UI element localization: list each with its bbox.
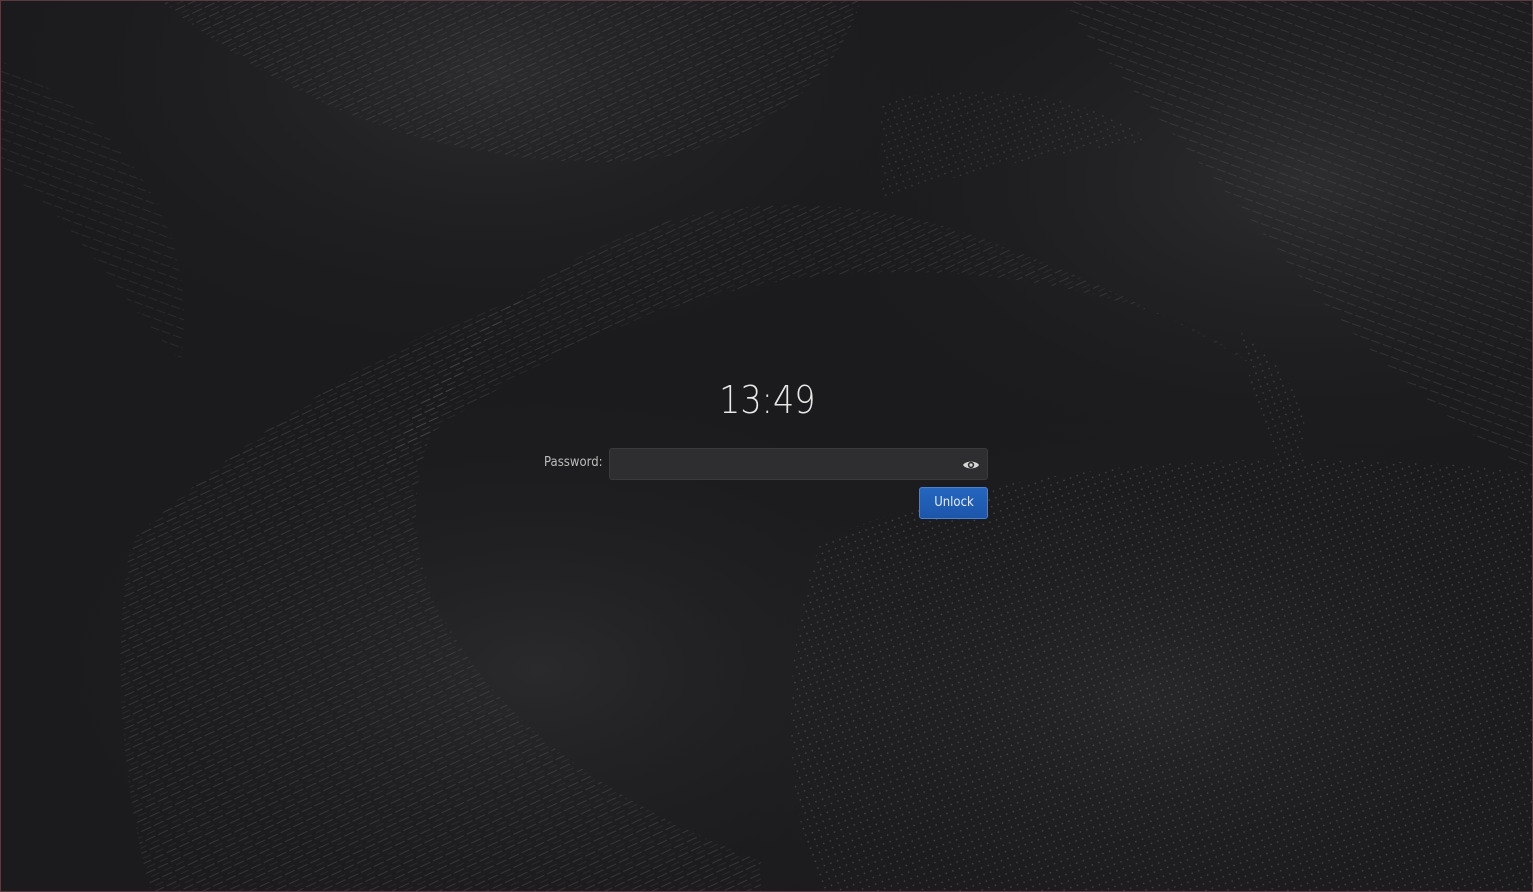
password-field[interactable]: [609, 448, 988, 480]
clock-time: 13:49: [719, 378, 816, 422]
lock-screen: 13:49 Password: Unlock: [0, 0, 1533, 892]
password-label: Password:: [544, 455, 603, 470]
password-input[interactable]: [616, 453, 950, 477]
wallpaper-background: [1, 1, 1532, 891]
unlock-button[interactable]: Unlock: [919, 487, 988, 519]
eye-icon[interactable]: [961, 455, 981, 475]
unlock-button-label: Unlock: [933, 495, 974, 510]
